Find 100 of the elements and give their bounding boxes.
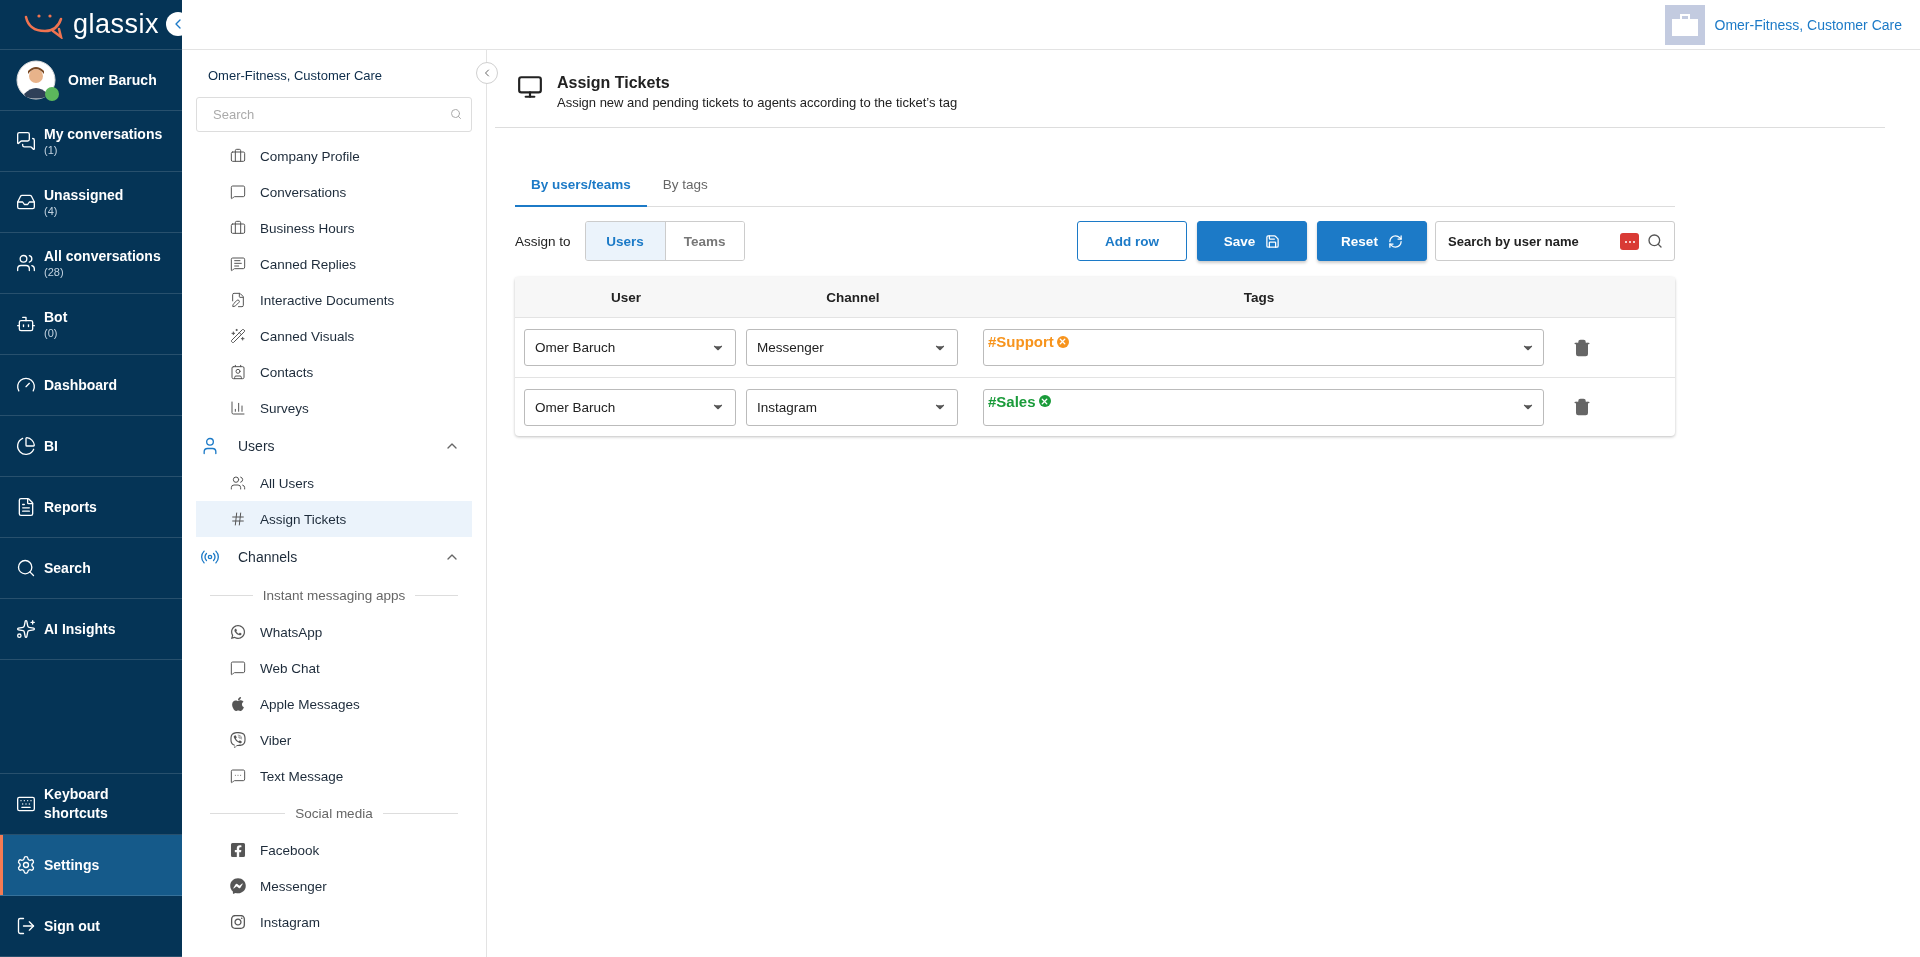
chat-icon: [230, 660, 246, 676]
nav-item[interactable]: Dashboard: [0, 355, 182, 416]
delete-button[interactable]: [1573, 338, 1591, 357]
nav-item[interactable]: All conversations (28): [0, 233, 182, 294]
nav-count: (0): [44, 327, 59, 340]
nav-item[interactable]: My conversations (1): [0, 111, 182, 172]
chat-icon: [230, 256, 246, 272]
nav-label: My conversations: [44, 125, 163, 144]
settings-menu-item[interactable]: Facebook: [196, 832, 472, 868]
settings-menu-item[interactable]: Business Hours: [196, 210, 472, 246]
search-icon: [450, 108, 462, 120]
bar-chart-icon: [230, 400, 246, 416]
refresh-icon: [1387, 233, 1403, 249]
settings-menu-item[interactable]: Apple Messages: [196, 686, 472, 722]
settings-menu-item[interactable]: Messenger: [196, 868, 472, 904]
settings-menu-item[interactable]: All Users: [196, 465, 472, 501]
section-label: Social media: [295, 805, 373, 821]
tag: #Support: [988, 333, 1069, 350]
logo-text: glassix: [73, 9, 159, 40]
user-name: Omer Baruch: [68, 72, 157, 88]
settings-menu-item[interactable]: Viber: [196, 722, 472, 758]
user-dropdown[interactable]: Omer Baruch: [524, 388, 736, 426]
instagram-icon: [230, 914, 246, 930]
add-row-button[interactable]: Add row: [1077, 221, 1187, 261]
trash-icon: [1573, 338, 1591, 357]
users-icon: [230, 475, 246, 491]
settings-menu-item[interactable]: Canned Replies: [196, 246, 472, 282]
apple-icon: [230, 696, 246, 712]
segment-button[interactable]: Teams: [664, 222, 744, 260]
settings-group[interactable]: Users: [196, 426, 472, 465]
nav-label: Bot: [44, 308, 68, 327]
tab[interactable]: By users/teams: [515, 163, 647, 207]
document-pen-icon: [230, 292, 246, 308]
hash-icon: [230, 511, 246, 527]
settings-menu-item[interactable]: Instagram: [196, 904, 472, 940]
column-header: Tags: [1243, 289, 1275, 305]
delete-button[interactable]: [1573, 398, 1591, 416]
section-label: Instant messaging apps: [262, 587, 406, 603]
column-header: Channel: [826, 289, 880, 305]
channel-dropdown[interactable]: Instagram: [746, 388, 958, 426]
nav-count: (1): [44, 144, 59, 157]
tags-field[interactable]: #Sales: [983, 388, 1544, 426]
settings-menu-item[interactable]: WhatsApp: [196, 614, 472, 650]
settings-menu-item[interactable]: Web Chat: [196, 650, 472, 686]
account-link[interactable]: Omer-Fitness, Customer Care: [1714, 16, 1902, 33]
settings-menu-item[interactable]: Assign Tickets: [196, 501, 472, 537]
page-title: Assign Tickets: [557, 74, 671, 92]
tab[interactable]: By tags: [646, 163, 724, 207]
nav-item[interactable]: Sign out: [0, 896, 182, 957]
nav-item[interactable]: Settings: [0, 835, 182, 896]
nav-item[interactable]: Bot (0): [0, 294, 182, 355]
nav-label: Sign out: [44, 916, 100, 936]
settings-menu-item[interactable]: Contacts: [196, 354, 472, 390]
whatsapp-icon: [230, 624, 246, 640]
briefcase-icon: [1664, 4, 1705, 45]
avatar: [16, 60, 56, 100]
facebook-icon: [230, 842, 246, 858]
reset-button[interactable]: Reset: [1317, 221, 1427, 261]
settings-menu-item[interactable]: Text Message: [196, 758, 472, 794]
nav-count: (28): [44, 266, 65, 279]
column-header: User: [611, 289, 641, 305]
nav-label: All conversations: [44, 247, 161, 266]
settings-menu-item[interactable]: Company Profile: [196, 138, 472, 174]
chat-icon: [230, 768, 246, 784]
segment-button[interactable]: Users: [585, 222, 665, 260]
tag: #Sales: [988, 392, 1051, 410]
search-field[interactable]: Search by user name: [1435, 221, 1675, 261]
page-subtitle: Assign new and pending tickets to agents according to the ticket’s tag: [557, 95, 958, 110]
save-button[interactable]: Save: [1197, 221, 1307, 261]
nav-label: AI Insights: [44, 619, 116, 639]
trash-icon: [1573, 398, 1591, 416]
chat-icon: [230, 184, 246, 200]
nav-label: Reports: [44, 497, 97, 517]
nav-item[interactable]: AI Insights: [0, 599, 182, 660]
user-dropdown[interactable]: Omer Baruch: [524, 329, 736, 366]
monitor-icon: [517, 74, 543, 100]
settings-menu-item[interactable]: Surveys: [196, 390, 472, 426]
remove-tag-icon[interactable]: [1038, 395, 1051, 407]
briefcase-icon: [230, 148, 246, 164]
settings-menu-item[interactable]: Conversations: [196, 174, 472, 210]
settings-menu-item[interactable]: Interactive Documents: [196, 282, 472, 318]
nav-count: (4): [44, 205, 59, 218]
nav-item[interactable]: Reports: [0, 477, 182, 538]
nav-item[interactable]: BI: [0, 416, 182, 477]
nav-label: Search: [44, 558, 91, 578]
search-field[interactable]: Search: [196, 97, 472, 132]
account-name: Omer-Fitness, Customer Care: [207, 68, 384, 85]
search-icon: [1647, 233, 1663, 249]
nav-label: BI: [44, 436, 58, 456]
contact-card-icon: [230, 364, 246, 380]
settings-menu-item[interactable]: Canned Visuals: [196, 318, 472, 354]
messenger-icon: [230, 878, 246, 894]
password-manager-icon: [1620, 233, 1639, 250]
nav-item[interactable]: Search: [0, 538, 182, 599]
nav-label: Settings: [44, 855, 100, 875]
settings-group[interactable]: Channels: [196, 537, 472, 576]
nav-item[interactable]: Unassigned (4): [0, 172, 182, 233]
nav-label: Keyboard shortcuts: [44, 785, 110, 823]
channel-dropdown[interactable]: Messenger: [746, 329, 958, 366]
viber-icon: [230, 732, 246, 748]
